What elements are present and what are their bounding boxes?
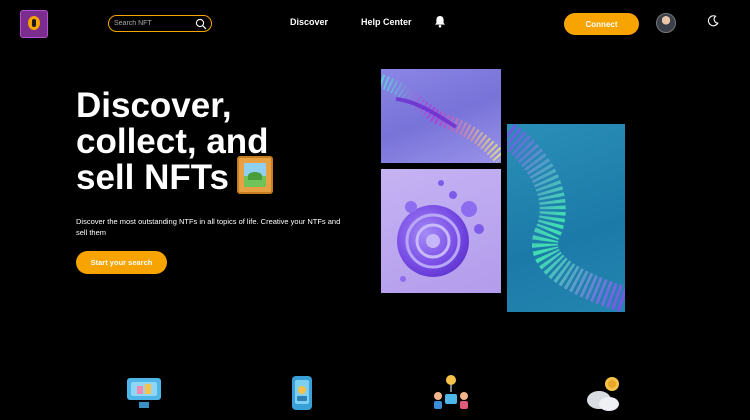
nft-image-blob[interactable] bbox=[381, 169, 501, 293]
search-input[interactable] bbox=[114, 17, 196, 30]
logo-icon[interactable] bbox=[20, 10, 48, 38]
hero-title-line: sell NFTs bbox=[76, 158, 230, 197]
hero-title-line: Discover, bbox=[76, 86, 232, 125]
search-icon[interactable] bbox=[195, 18, 207, 30]
phone-icon bbox=[292, 376, 312, 410]
nft-image-spiral[interactable] bbox=[381, 69, 501, 163]
moon-icon[interactable] bbox=[707, 15, 719, 27]
bell-icon[interactable] bbox=[434, 15, 446, 28]
monitor-icon bbox=[127, 378, 161, 408]
coins-icon bbox=[587, 377, 619, 411]
start-search-button[interactable]: Start your search bbox=[76, 251, 167, 274]
search-box[interactable] bbox=[108, 15, 212, 32]
avatar[interactable] bbox=[656, 13, 676, 33]
nav-help-center[interactable]: Help Center bbox=[361, 17, 412, 27]
connect-button[interactable]: Connect bbox=[564, 13, 639, 35]
hero-title: Discover, collect, and sell NFTs bbox=[76, 88, 376, 196]
top-bar: Discover Help Center Connect bbox=[0, 0, 750, 48]
hero-title-line: collect, and bbox=[76, 122, 269, 161]
nft-image-wave[interactable] bbox=[507, 124, 625, 312]
picture-frame-icon bbox=[237, 156, 273, 194]
hero-description: Discover the most outstanding NTFs in al… bbox=[76, 217, 341, 237]
nav-discover[interactable]: Discover bbox=[290, 17, 328, 27]
people-icon bbox=[434, 375, 468, 409]
